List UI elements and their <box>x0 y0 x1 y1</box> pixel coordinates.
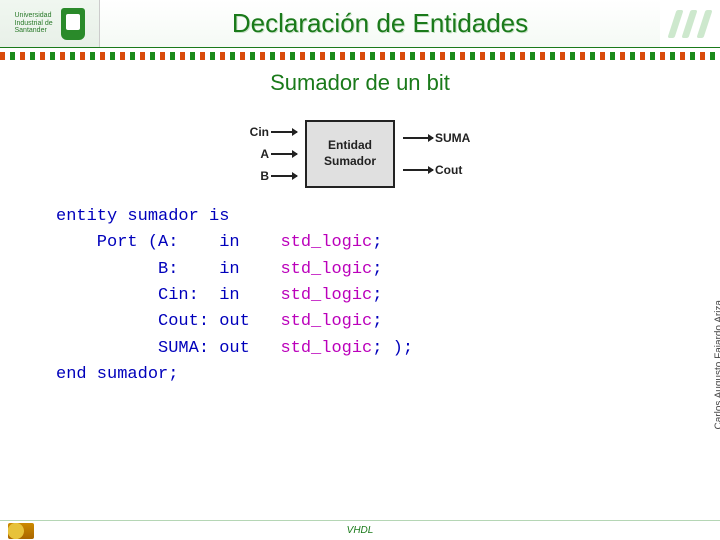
decor-stripes <box>660 0 720 47</box>
code-line: Cin: in <box>56 286 280 305</box>
entity-box-line: Entidad <box>328 138 372 154</box>
code-line: entity sumador is <box>56 207 229 226</box>
input-labels: Cin A B <box>250 125 297 183</box>
institution-line: Industrial de <box>15 20 57 28</box>
title-container: Declaración de Entidades <box>100 0 660 47</box>
code-line: end sumador; <box>56 365 178 384</box>
arrow-icon <box>271 175 297 177</box>
output-labels: SUMA Cout <box>403 131 470 177</box>
entity-box: Entidad Sumador <box>305 120 395 188</box>
arrow-icon <box>271 131 297 133</box>
input-label: B <box>260 169 269 183</box>
code-punct: ; <box>372 233 382 252</box>
arrow-icon <box>403 137 433 139</box>
output-label: Cout <box>435 163 462 177</box>
arrow-icon <box>271 153 297 155</box>
footer-title: VHDL <box>347 525 374 536</box>
subtitle: Sumador de un bit <box>0 70 720 96</box>
institution-line: Universidad <box>15 12 57 20</box>
code-type: std_logic <box>280 260 372 279</box>
code-punct: ; ); <box>372 339 413 358</box>
code-punct: ; <box>372 286 382 305</box>
code-type: std_logic <box>280 286 372 305</box>
header-bar: Universidad Industrial de Santander Decl… <box>0 0 720 48</box>
code-line: Cout: out <box>56 312 280 331</box>
arrow-icon <box>403 169 433 171</box>
input-label: A <box>260 147 269 161</box>
footer-icon <box>8 523 34 539</box>
block-diagram: Cin A B Entidad Sumador SUMA Cout <box>0 120 720 188</box>
entity-box-line: Sumador <box>324 154 376 170</box>
code-punct: ; <box>372 312 382 331</box>
code-line: B: in <box>56 260 280 279</box>
code-punct: ; <box>372 260 382 279</box>
stripe-icon <box>697 10 713 38</box>
slide-title: Declaración de Entidades <box>232 8 528 39</box>
input-label: Cin <box>250 125 269 139</box>
author-credit: Carlos Augusto Fajardo Ariza <box>714 300 720 430</box>
code-type: std_logic <box>280 339 372 358</box>
footer-bar: VHDL <box>0 520 720 540</box>
vhdl-code: entity sumador is Port (A: in std_logic;… <box>0 198 720 388</box>
code-line: SUMA: out <box>56 339 280 358</box>
institution-line: Santander <box>15 27 57 35</box>
output-label: SUMA <box>435 131 470 145</box>
subtitle-area: Sumador de un bit <box>0 60 720 102</box>
code-type: std_logic <box>280 312 372 331</box>
stripe-icon <box>682 10 698 38</box>
code-type: std_logic <box>280 233 372 252</box>
institution-name: Universidad Industrial de Santander <box>15 12 57 35</box>
decor-dots <box>0 52 720 60</box>
institution-logo: Universidad Industrial de Santander <box>0 0 100 47</box>
shield-icon <box>61 8 85 40</box>
code-line: Port (A: in <box>56 233 280 252</box>
stripe-icon <box>667 10 683 38</box>
